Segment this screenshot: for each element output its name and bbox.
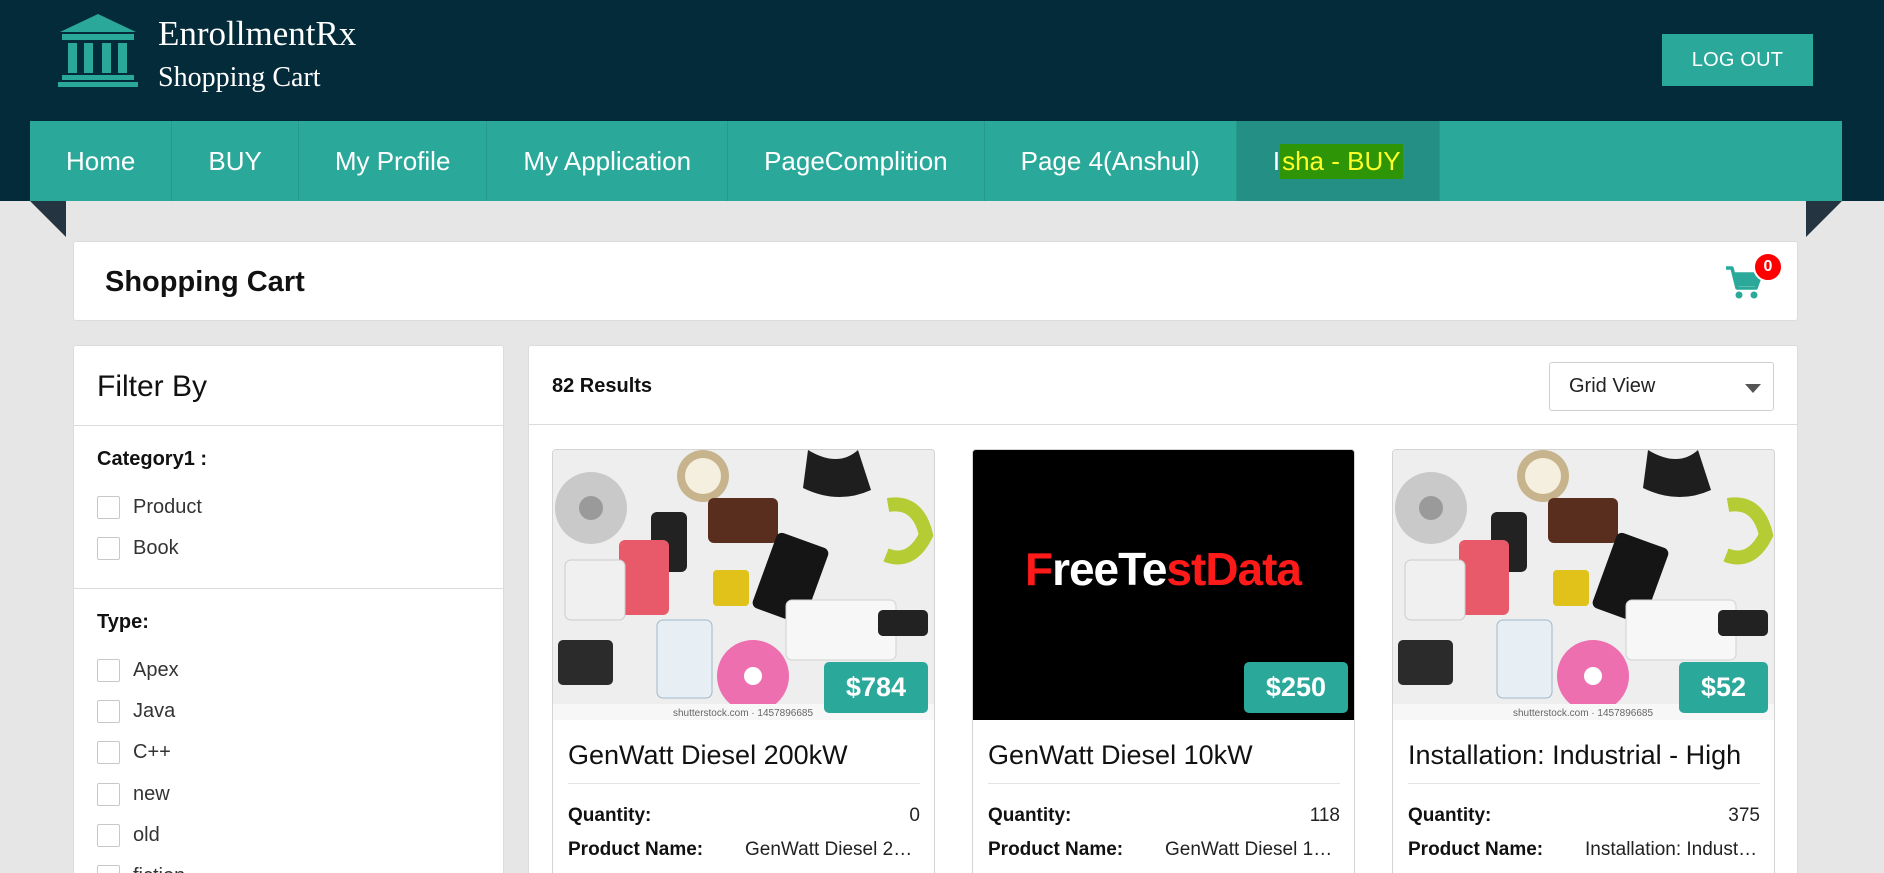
price-badge: $250 (1243, 662, 1348, 713)
type-heading: Type: (97, 611, 149, 633)
filter-option-product[interactable]: Product (97, 496, 202, 519)
watermark-text: shutterstock.com · 1457896685 (1513, 708, 1654, 719)
filter-option-cpp[interactable]: C++ (97, 741, 171, 764)
quantity-label: Quantity: (568, 805, 652, 826)
product-title[interactable]: Installation: Industrial - High (1408, 740, 1741, 771)
filter-option-label: Product (133, 496, 202, 518)
filter-option-label: Book (133, 537, 179, 559)
nav-item-page-complition[interactable]: PageComplition (728, 121, 985, 201)
watermark-text: shutterstock.com · 1457896685 (673, 708, 814, 719)
filter-title: Filter By (97, 370, 208, 403)
brand-title: EnrollmentRx (158, 14, 357, 53)
brand-subtitle: Shopping Cart (158, 62, 321, 93)
category-heading: Category1 : (97, 448, 208, 470)
filter-option-label: Apex (133, 659, 179, 681)
chevron-down-icon (1745, 384, 1761, 393)
nav-item-my-profile[interactable]: My Profile (299, 121, 488, 201)
checkbox[interactable] (97, 496, 120, 519)
product-card[interactable]: shutterstock.com · 1457896685 $784 GenWa… (552, 449, 935, 873)
cart-count-badge: 0 (1753, 252, 1783, 282)
page-title: Shopping Cart (105, 266, 305, 298)
filter-option-java[interactable]: Java (97, 700, 175, 723)
card-divider (988, 783, 1340, 784)
results-divider (529, 424, 1797, 425)
filter-option-new[interactable]: new (97, 783, 170, 806)
nav-item-isha-buy[interactable]: Isha - BUY (1236, 121, 1440, 201)
logout-button[interactable]: LOG OUT (1662, 34, 1813, 86)
price-badge: $52 (1678, 662, 1768, 713)
product-name-label: Product Name: (1408, 839, 1544, 860)
nav-item-home[interactable]: Home (30, 121, 173, 201)
product-card[interactable]: shutterstock.com · 1457896685 $52 Instal… (1392, 449, 1775, 873)
filter-option-label: fiction (133, 865, 185, 873)
nav-ribbon-right (1806, 201, 1842, 237)
quantity-label: Quantity: (1408, 805, 1492, 826)
quantity-value: 375 (1728, 805, 1760, 826)
shopping-cart-bar: Shopping Cart 0 (73, 241, 1798, 321)
logo-text: FreeTestData (1025, 543, 1302, 595)
nav-item-buy[interactable]: BUY (172, 121, 299, 201)
filter-option-label: old (133, 824, 160, 846)
nav-item-page-4-anshul[interactable]: Page 4(Anshul) (985, 121, 1237, 201)
product-title[interactable]: GenWatt Diesel 200kW (568, 740, 848, 771)
filter-option-book[interactable]: Book (97, 537, 179, 560)
checkbox[interactable] (97, 700, 120, 723)
checkbox[interactable] (97, 659, 120, 682)
checkbox[interactable] (97, 537, 120, 560)
main-nav: Home BUY My Profile My Application PageC… (30, 121, 1842, 201)
product-name-label: Product Name: (988, 839, 1124, 860)
card-divider (568, 783, 920, 784)
product-name-value: GenWatt Diesel 200kW (745, 839, 920, 860)
filter-option-old[interactable]: old (97, 824, 160, 847)
filter-divider (74, 425, 503, 426)
quantity-value: 118 (1309, 805, 1340, 826)
filter-option-label: new (133, 783, 170, 805)
card-divider (1408, 783, 1760, 784)
product-title[interactable]: GenWatt Diesel 10kW (988, 740, 1253, 771)
product-name-value: Installation: Industrial - High (1585, 839, 1760, 860)
checkbox[interactable] (97, 865, 120, 873)
product-card[interactable]: FreeTestData $250 GenWatt Diesel 10kW Qu… (972, 449, 1355, 873)
checkbox[interactable] (97, 824, 120, 847)
filter-option-apex[interactable]: Apex (97, 659, 179, 682)
checkbox[interactable] (97, 783, 120, 806)
nav-item-isha-buy-highlight: sha - BUY (1280, 143, 1403, 179)
nav-ribbon-left (30, 201, 66, 237)
price-badge: $784 (823, 662, 928, 713)
results-count: 82 Results (552, 375, 653, 397)
filter-option-label: C++ (133, 741, 171, 763)
filter-divider (74, 588, 503, 589)
nav-item-isha-buy-prefix: I (1272, 145, 1281, 176)
view-mode-select[interactable]: Grid View (1549, 362, 1774, 411)
product-name-value: GenWatt Diesel 10kW (1165, 839, 1340, 860)
checkbox[interactable] (97, 741, 120, 764)
bank-building-icon (58, 14, 138, 87)
view-mode-value: Grid View (1569, 375, 1656, 397)
nav-item-my-application[interactable]: My Application (487, 121, 729, 201)
product-name-label: Product Name: (568, 839, 704, 860)
filter-option-fiction[interactable]: fiction (97, 865, 185, 873)
filter-panel: Filter By Category1 : Product Book Type:… (73, 345, 504, 873)
quantity-value: 0 (909, 805, 920, 826)
results-panel: 82 Results Grid View shutterstock.com · … (528, 345, 1798, 873)
filter-option-label: Java (133, 700, 176, 722)
quantity-label: Quantity: (988, 805, 1072, 826)
